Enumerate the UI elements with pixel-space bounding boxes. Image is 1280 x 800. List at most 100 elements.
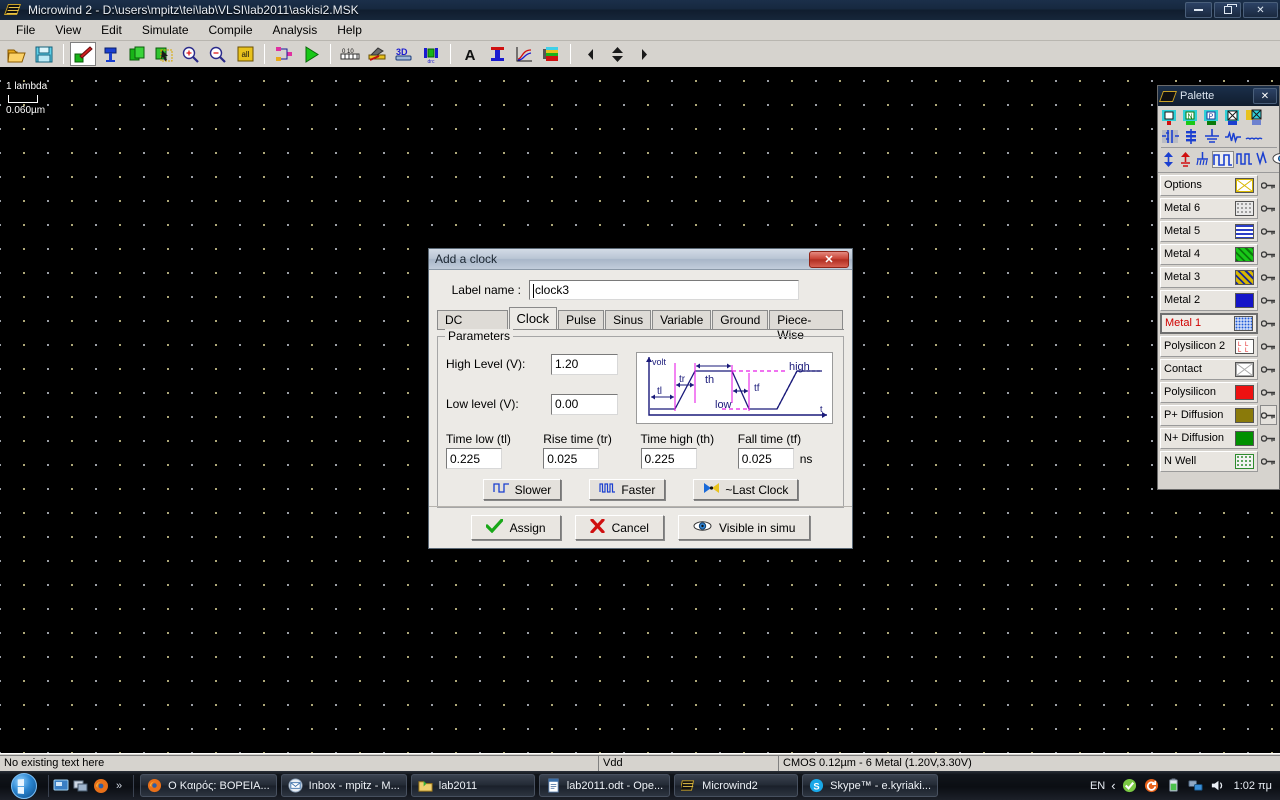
taskbar-item-microwind[interactable]: Microwind2 [674,774,799,797]
layer-button-nplus-diffusion[interactable]: N+ Diffusion [1160,427,1258,449]
key-icon[interactable] [1260,221,1277,241]
label-name-input[interactable]: clock3 [529,280,799,300]
tray-expand-chevron[interactable]: ‹ [1111,778,1115,793]
tab-dc-supply[interactable]: DC Supply [437,310,508,342]
layer-button-polysilicon[interactable]: Polysilicon [1160,381,1258,403]
pad-icon[interactable] [1245,109,1264,126]
resistor-stack-icon[interactable] [1182,128,1201,145]
resistor-icon[interactable] [1224,128,1243,145]
netlist-icon[interactable] [271,42,297,66]
ground-icon[interactable] [1203,128,1222,145]
taskbar-item-inbox[interactable]: Inbox - mpitz - M... [280,774,407,797]
minimize-button[interactable] [1185,2,1212,18]
key-icon[interactable] [1260,267,1277,287]
contact-cross-icon[interactable] [1224,109,1243,126]
open-folder-icon[interactable] [4,42,30,66]
maximize-button[interactable] [1214,2,1241,18]
switch-window-icon[interactable] [73,778,89,794]
layer-button-metal4[interactable]: Metal 4 [1160,243,1258,265]
tab-ground[interactable]: Ground [712,310,769,329]
layer-button-metal3[interactable]: Metal 3 [1160,266,1258,288]
start-button[interactable] [0,771,48,800]
key-icon[interactable] [1260,290,1277,310]
menu-item-help[interactable]: Help [327,21,372,39]
n-mos-icon[interactable]: N [1182,109,1201,126]
layer-button-metal2[interactable]: Metal 2 [1160,289,1258,311]
view-all-icon[interactable]: all [232,42,258,66]
layer-button-pplus-diffusion[interactable]: P+ Diffusion [1160,404,1258,426]
layer-button-metal1[interactable]: Metal 1 [1160,312,1258,334]
update-icon[interactable] [1144,778,1160,794]
tab-pulse[interactable]: Pulse [558,310,605,329]
key-icon[interactable] [1260,451,1277,471]
low-level-input[interactable]: 0.00 [551,393,618,415]
vdd-supply-icon[interactable] [1161,109,1180,126]
volume-icon[interactable] [1210,778,1226,794]
slower-button[interactable]: Slower [482,479,562,500]
polarity-tool-icon[interactable] [97,42,123,66]
3d-view-icon[interactable]: 3D [391,42,417,66]
run-simulation-icon[interactable] [298,42,324,66]
key-icon[interactable] [1260,175,1277,195]
tab-clock[interactable]: Clock [508,307,558,329]
key-icon[interactable] [1260,382,1277,402]
drc-icon[interactable]: drc [418,42,444,66]
last-clock-button[interactable]: ~Last Clock [693,479,799,500]
key-icon[interactable] [1260,405,1277,425]
faster-button[interactable]: Faster [589,479,666,500]
taskbar-item-weather[interactable]: Ο Καιρός: ΒΟΡΕΙΑ... [140,774,277,797]
zoom-out-icon[interactable] [205,42,231,66]
zoom-in-icon[interactable] [178,42,204,66]
time-high-input[interactable]: 0.225 [640,448,697,469]
layer-button-polysilicon2[interactable]: Polysilicon 2 LLLL [1160,335,1258,357]
menu-item-edit[interactable]: Edit [91,21,132,39]
key-icon[interactable] [1260,428,1277,448]
key-icon[interactable] [1260,244,1277,264]
move-select-icon[interactable] [151,42,177,66]
close-button[interactable]: ✕ [1243,2,1278,18]
layer-button-contact[interactable]: Contact [1160,358,1258,380]
visible-in-simu-button[interactable]: Visible in simu [677,515,811,540]
taskbar-item-lab2011-odt[interactable]: lab2011.odt - Ope... [538,774,671,797]
process-icon[interactable] [364,42,390,66]
ground-multi-icon[interactable] [1195,151,1210,168]
quick-launch-chevron[interactable]: » [116,780,122,792]
cancel-button[interactable]: Cancel [574,515,664,540]
key-icon[interactable] [1260,359,1277,379]
menu-item-view[interactable]: View [45,21,91,39]
layer-button-nwell[interactable]: N Well [1160,450,1258,472]
taskbar-item-lab2011-folder[interactable]: lab2011 [410,774,535,797]
pulse-icon[interactable] [1236,151,1253,168]
layer-stack-icon[interactable] [538,42,564,66]
firefox-icon[interactable] [93,778,109,794]
show-desktop-icon[interactable] [53,778,69,794]
measure-icon[interactable]: 0 10 [337,42,363,66]
palette-close-button[interactable]: ✕ [1253,88,1277,104]
layer-button-metal6[interactable]: Metal 6 [1160,197,1258,219]
text-icon[interactable]: A [457,42,483,66]
key-icon[interactable] [1260,336,1277,356]
clock-time[interactable]: 1:02 πμ [1234,780,1272,792]
layer-button-options[interactable]: Options [1160,174,1258,196]
visible-eye-icon[interactable] [1272,151,1280,168]
inductor-icon[interactable] [1245,128,1264,145]
antivirus-icon[interactable] [1122,778,1138,794]
time-low-input[interactable]: 0.225 [446,448,502,469]
vertical-cross-section-icon[interactable] [484,42,510,66]
dialog-close-button[interactable]: ✕ [809,251,849,268]
nav-left-icon[interactable] [577,42,603,66]
vss-arrow-icon[interactable] [1178,151,1193,168]
vdd-arrow-icon[interactable] [1161,151,1176,168]
p-mos-icon[interactable]: P [1203,109,1222,126]
menu-item-file[interactable]: File [6,21,45,39]
clock-icon[interactable] [1212,151,1234,168]
save-disk-icon[interactable] [31,42,57,66]
key-icon[interactable] [1260,198,1277,218]
sinus-icon[interactable] [1255,150,1270,168]
layer-button-metal5[interactable]: Metal 5 [1160,220,1258,242]
menu-item-compile[interactable]: Compile [199,21,263,39]
assign-button[interactable]: Assign [470,515,561,540]
nav-right-icon[interactable] [631,42,657,66]
network-icon[interactable] [1188,778,1204,794]
inverter-icon[interactable] [1161,128,1180,145]
